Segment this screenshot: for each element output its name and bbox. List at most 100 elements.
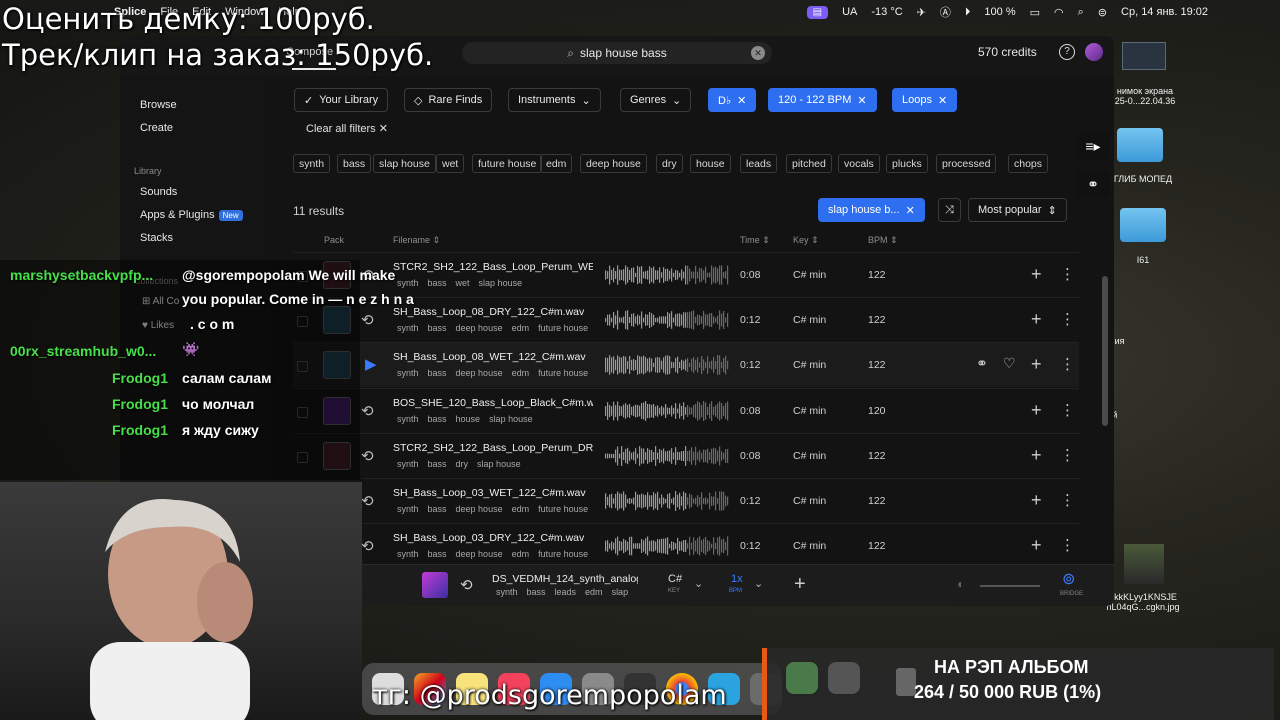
more-icon[interactable]: ⋮ <box>1060 355 1075 373</box>
wifi-icon[interactable]: ◠ <box>1054 6 1064 19</box>
add-icon[interactable]: + <box>1031 309 1042 330</box>
desktop-screenshot-thumb[interactable] <box>1122 42 1166 70</box>
loop-icon[interactable]: ⟲ <box>361 447 374 465</box>
loop-icon[interactable]: ⟲ <box>361 537 374 555</box>
loop-icon[interactable]: ⟲ <box>361 402 374 420</box>
waveform[interactable] <box>605 308 729 332</box>
sample-tag[interactable]: synth <box>397 549 419 559</box>
sample-tag[interactable]: house <box>456 414 481 424</box>
sample-tag[interactable]: bass <box>428 368 447 378</box>
table-row[interactable]: ⟲ BOS_SHE_120_Bass_Loop_Black_C#m.wavsynt… <box>293 387 1079 433</box>
waveform[interactable] <box>605 353 729 377</box>
folder-icon[interactable] <box>1120 208 1166 242</box>
sample-filename[interactable]: BOS_SHE_120_Bass_Loop_Black_C#m.wav <box>393 397 593 409</box>
sample-tag[interactable]: synth <box>397 459 419 469</box>
sidebar-item-create[interactable]: Create <box>140 122 173 134</box>
sample-filename[interactable]: SH_Bass_Loop_03_DRY_122_C#m.wav <box>393 532 593 544</box>
waveform[interactable] <box>605 444 729 468</box>
waveform[interactable] <box>605 534 729 558</box>
input-language[interactable]: UA <box>842 6 857 18</box>
help-icon[interactable]: ? <box>1059 44 1075 60</box>
sample-tag[interactable]: edm <box>512 368 530 378</box>
folder-icon[interactable] <box>1117 128 1163 162</box>
search-term-chip[interactable]: slap house b... ✕ <box>818 198 925 222</box>
column-time[interactable]: Time ⇕ <box>740 235 770 246</box>
clear-all-filters-button[interactable]: Clear all filters ✕ <box>306 122 388 135</box>
similar-sounds-button[interactable]: ⚭ <box>1076 170 1110 198</box>
control-center-icon[interactable]: ⊜ <box>1098 6 1107 19</box>
sample-tag[interactable]: bass <box>428 414 447 424</box>
filter-your-library[interactable]: ✓ Your Library <box>294 88 389 112</box>
credits-count[interactable]: 570 credits <box>978 45 1037 59</box>
table-row[interactable]: ⟲ SH_Bass_Loop_03_DRY_122_C#m.wav synth bas… <box>361 523 1079 568</box>
sample-tag[interactable]: future house <box>538 549 588 559</box>
player-tag[interactable]: slap <box>612 587 629 597</box>
close-icon[interactable]: ✕ <box>737 94 746 107</box>
player-tag[interactable]: bass <box>527 587 546 597</box>
sample-filename[interactable]: SH_Bass_Loop_08_WET_122_C#m.wav <box>393 351 593 363</box>
player-tag[interactable]: leads <box>555 587 577 597</box>
player-bpm[interactable]: 1x <box>731 573 743 585</box>
more-icon[interactable]: ⋮ <box>1060 446 1075 464</box>
tag-chip[interactable]: chops <box>1008 154 1049 173</box>
volume-slider[interactable] <box>980 585 1040 587</box>
sample-tag[interactable]: bass <box>428 278 447 288</box>
sidebar-item-stacks[interactable]: Stacks <box>140 232 173 244</box>
player-tag[interactable]: synth <box>496 587 518 597</box>
battery-level[interactable]: 100 % <box>984 6 1015 18</box>
weather[interactable]: -13 °C <box>871 6 902 18</box>
search-icon[interactable]: ⌕ <box>1078 6 1084 19</box>
sample-tag[interactable]: dry <box>456 459 469 469</box>
sample-tag[interactable]: future house <box>538 368 588 378</box>
table-row[interactable]: ▶ SH_Bass_Loop_08_WET_122_C#m.wav synth bas… <box>293 342 1079 388</box>
waveform[interactable] <box>605 489 729 513</box>
filter-genres[interactable]: Genres ⌄ <box>620 88 692 112</box>
sidebar-item-sounds[interactable]: Sounds <box>140 186 177 198</box>
clock[interactable]: Ср, 14 янв. 19:02 <box>1121 6 1208 18</box>
add-icon[interactable]: + <box>1031 400 1042 421</box>
sample-tag[interactable]: deep house <box>456 504 503 514</box>
filter-rare-finds[interactable]: ◇ Rare Finds <box>404 88 493 112</box>
desktop-image-thumb[interactable] <box>1124 544 1164 584</box>
tag-chip[interactable]: processed <box>936 154 997 173</box>
loop-icon[interactable]: ⟲ <box>460 576 473 594</box>
tag-chip[interactable]: future house <box>472 154 543 173</box>
loop-icon[interactable]: ⟲ <box>361 311 374 329</box>
sidebar-item-browse[interactable]: Browse <box>140 99 177 111</box>
filter-bpm[interactable]: 120 - 122 BPM ✕ <box>768 88 877 112</box>
table-row[interactable]: ⟲ STCR2_SH2_122_Bass_Loop_Perum_DRYsynth b… <box>293 432 1079 478</box>
avatar[interactable] <box>1085 43 1103 61</box>
tag-chip[interactable]: pitched <box>786 154 832 173</box>
tag-chip[interactable]: slap house <box>373 154 436 173</box>
play-icon[interactable]: ▶ <box>365 355 377 373</box>
more-icon[interactable]: ⋮ <box>1060 491 1075 509</box>
loop-icon[interactable]: ⟲ <box>361 492 374 510</box>
column-key[interactable]: Key ⇕ <box>793 235 819 246</box>
sample-filename[interactable]: STCR2_SH2_122_Bass_Loop_Perum_DRY <box>393 442 593 454</box>
sample-tag[interactable]: synth <box>397 323 419 333</box>
column-filename[interactable]: Filename ⇕ <box>393 235 440 246</box>
sample-tag[interactable]: slap house <box>489 414 533 424</box>
more-icon[interactable]: ⋮ <box>1060 310 1075 328</box>
player-key[interactable]: C# <box>668 573 682 585</box>
sample-tag[interactable]: future house <box>538 323 588 333</box>
queue-button[interactable]: ≡▸ <box>1076 132 1110 160</box>
tag-chip[interactable]: deep house <box>580 154 647 173</box>
heart-icon[interactable]: ♡ <box>1003 355 1016 372</box>
add-icon[interactable]: + <box>1031 445 1042 466</box>
similar-icon[interactable]: ⚭ <box>976 355 988 372</box>
sample-tag[interactable]: deep house <box>456 323 503 333</box>
close-icon[interactable]: ✕ <box>857 94 866 107</box>
volume-icon[interactable]: ◖ <box>956 577 963 591</box>
add-icon[interactable]: + <box>1031 354 1042 375</box>
filter-loops[interactable]: Loops ✕ <box>892 88 958 112</box>
filter-key[interactable]: D♭ ✕ <box>708 88 757 112</box>
add-icon[interactable]: + <box>1031 490 1042 511</box>
sample-tag[interactable]: bass <box>428 459 447 469</box>
player-tag[interactable]: edm <box>585 587 603 597</box>
sample-tag[interactable]: synth <box>397 414 419 424</box>
sample-filename[interactable]: STCR2_SH2_122_Bass_Loop_Perum_WET <box>393 261 593 273</box>
shuffle-button[interactable]: ⤨ <box>938 198 961 222</box>
sort-dropdown[interactable]: Most popular ⇕ <box>968 198 1067 222</box>
sample-tag[interactable]: slap house <box>479 278 523 288</box>
